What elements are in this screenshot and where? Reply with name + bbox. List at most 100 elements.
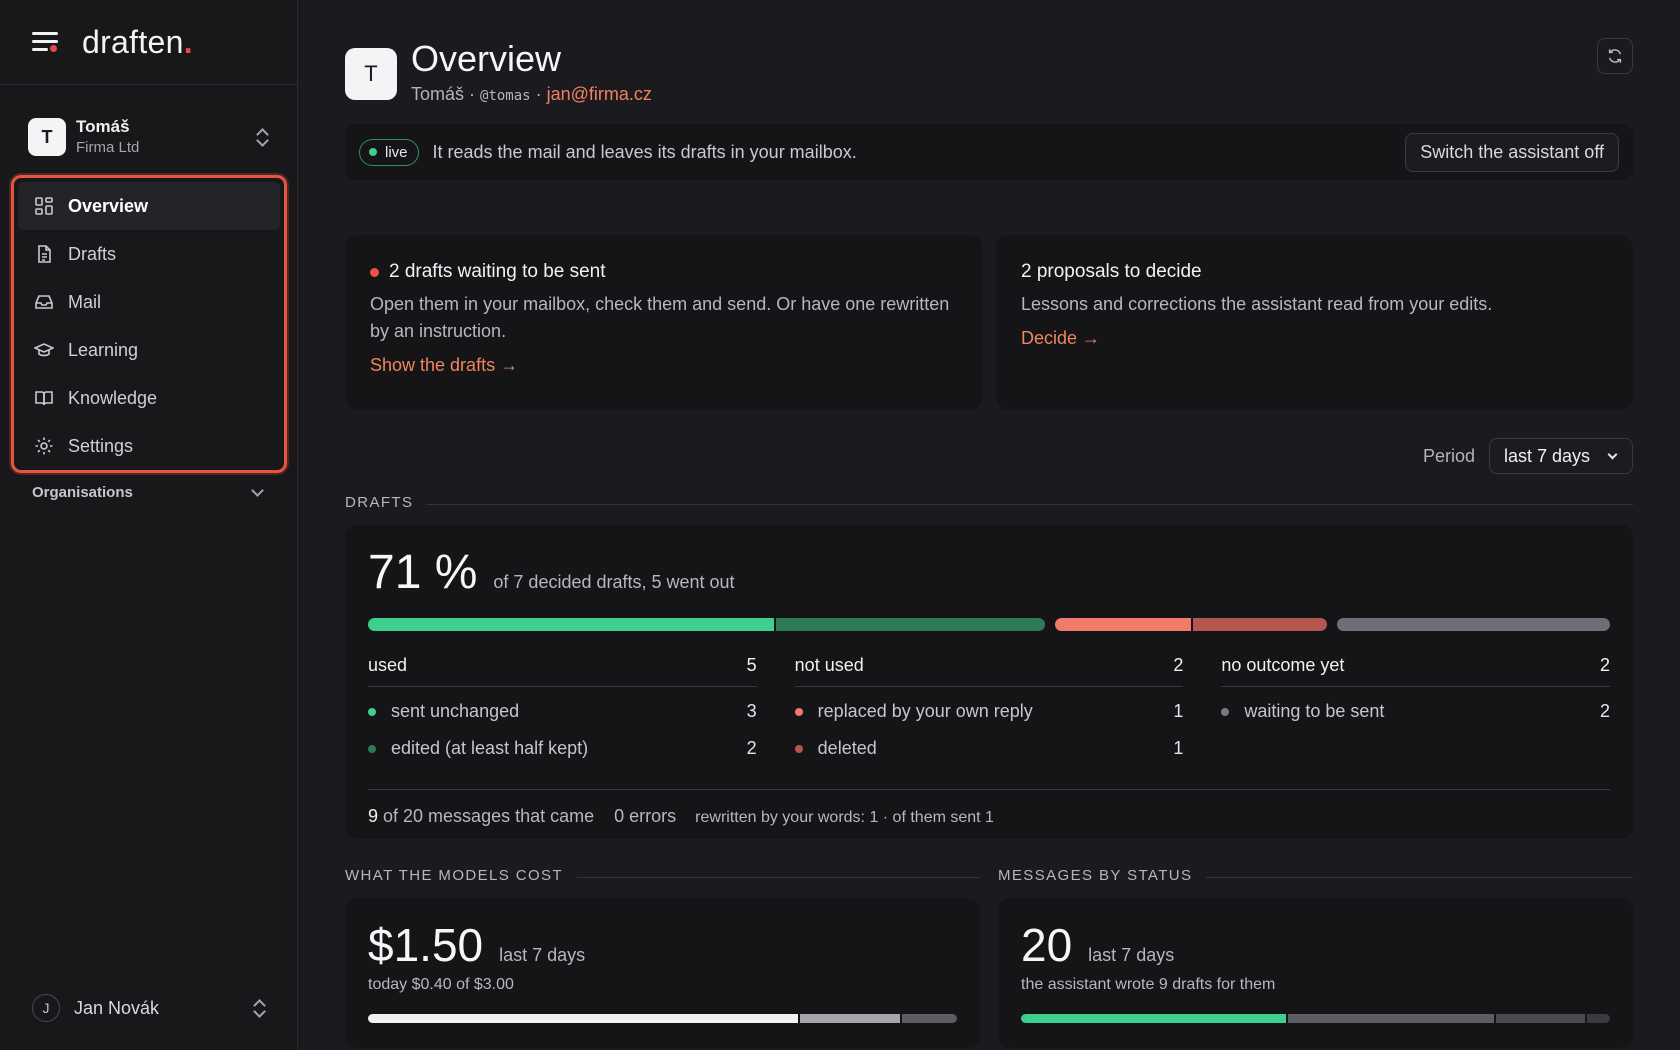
cost-section-heading: WHAT THE MODELS COST — [345, 867, 980, 884]
errors-count: 0 errors — [614, 806, 677, 826]
used-column: used 5 sent unchanged 3 edited (at least h… — [368, 655, 757, 759]
nav-item-knowledge[interactable]: Knowledge — [18, 374, 280, 422]
rewritten-stats: rewritten by your words: 1 · of them sen… — [695, 809, 994, 826]
organisations-toggle[interactable]: Organisations — [32, 484, 266, 501]
profile-name: Tomáš — [411, 84, 465, 104]
chevron-down-icon — [251, 484, 264, 497]
main-content: T Overview Tomáš · @tomas · jan@firma.cz… — [345, 0, 1633, 1048]
outcome-breakdown: used 5 sent unchanged 3 edited (at least h… — [368, 655, 1611, 759]
cost-today: today $0.40 of $3.00 — [368, 976, 514, 993]
page-header: T Overview Tomáš · @tomas · jan@firma.cz — [345, 0, 1633, 116]
cost-value: $1.50 — [368, 919, 484, 971]
no-outcome-bar — [1337, 618, 1610, 631]
brand-logo[interactable]: draften. — [82, 24, 193, 61]
chevron-up-down-icon — [252, 998, 266, 1018]
sidebar: draften. T Tomáš Firma Ltd Overview Draf… — [0, 0, 298, 1050]
outcome-bars — [368, 618, 1610, 631]
deleted-segment — [1193, 618, 1327, 631]
other-segment — [1288, 1014, 1495, 1023]
proposals-card: 2 proposals to decide Lessons and correc… — [996, 235, 1633, 410]
waiting-segment — [1337, 618, 1610, 631]
account-org: Firma Ltd — [76, 139, 140, 157]
not-used-column: not used 2 replaced by your own reply 1 de… — [794, 655, 1184, 759]
account-avatar: T — [28, 118, 66, 156]
card-title: 2 drafts waiting to be sent — [370, 261, 957, 283]
assistant-status-bar: live It reads the mail and leaves its dr… — [345, 124, 1633, 180]
cost-remaining-segment — [902, 1014, 957, 1023]
nav-item-learning[interactable]: Learning — [18, 326, 280, 374]
status-bar — [1021, 1014, 1610, 1023]
brand-bar: draften. — [0, 0, 297, 85]
main-nav: Overview Drafts Mail Learning Knowledge … — [11, 175, 287, 473]
nav-item-settings[interactable]: Settings — [18, 422, 280, 470]
edited-segment — [776, 618, 1045, 631]
inbox-icon — [35, 295, 53, 309]
list-item: sent unchanged 3 — [368, 701, 757, 722]
profile-avatar: T — [345, 48, 397, 100]
column-total: 5 — [746, 655, 757, 675]
drafts-waiting-card: 2 drafts waiting to be sent Open them in… — [345, 235, 982, 410]
decide-link[interactable]: Decide → — [1021, 328, 1608, 349]
cost-today-segment — [799, 1014, 901, 1023]
gear-icon — [35, 437, 53, 455]
status-section-heading: MESSAGES BY STATUS — [998, 867, 1633, 884]
messages-sub: the assistant wrote 9 drafts for them — [1021, 976, 1276, 993]
messages-period: last 7 days — [1088, 945, 1175, 965]
user-name: Jan Novák — [74, 997, 160, 1018]
cost-used-segment — [368, 1014, 798, 1023]
nav-item-mail[interactable]: Mail — [18, 278, 280, 326]
status-section: MESSAGES BY STATUS 20 last 7 days the as… — [998, 867, 1633, 1048]
refresh-button[interactable] — [1597, 38, 1633, 74]
menu-icon[interactable] — [32, 31, 60, 53]
user-menu[interactable]: J Jan Novák — [32, 994, 266, 1022]
switch-assistant-off-button[interactable]: Switch the assistant off — [1405, 132, 1619, 172]
card-description: Lessons and corrections the assistant re… — [1021, 294, 1493, 314]
status-card: 20 last 7 days the assistant wrote 9 dra… — [998, 898, 1633, 1048]
graduation-cap-icon — [34, 343, 54, 357]
column-title: no outcome yet — [1221, 655, 1345, 675]
nav-label: Overview — [68, 195, 149, 216]
column-title: not used — [794, 655, 864, 675]
profile-email-link[interactable]: jan@firma.cz — [547, 84, 652, 104]
card-title: 2 proposals to decide — [1021, 261, 1202, 282]
nav-label: Knowledge — [68, 387, 158, 408]
nav-label: Learning — [68, 339, 139, 360]
account-switcher[interactable]: T Tomáš Firma Ltd — [0, 85, 297, 189]
alert-dot — [370, 267, 379, 277]
list-item: edited (at least half kept) 2 — [368, 738, 757, 759]
bottom-stats: WHAT THE MODELS COST $1.50 last 7 days t… — [345, 867, 1633, 1048]
organisations-label: Organisations — [32, 484, 133, 501]
page-title: Overview — [411, 38, 562, 79]
nav-item-overview[interactable]: Overview — [18, 182, 280, 230]
nav-label: Settings — [68, 435, 134, 456]
period-select[interactable]: last 7 days — [1489, 438, 1633, 474]
used-bar — [368, 618, 1045, 631]
profile-subtitle: Tomáš · @tomas · jan@firma.cz — [411, 84, 652, 104]
cost-bar — [368, 1014, 957, 1023]
used-percentage: 71 % — [368, 546, 478, 599]
not-used-bar — [1055, 618, 1327, 631]
nav-label: Drafts — [68, 243, 117, 264]
show-drafts-link[interactable]: Show the drafts → — [370, 355, 957, 376]
card-description: Open them in your mailbox, check them an… — [370, 294, 950, 341]
status-message: It reads the mail and leaves its drafts … — [432, 141, 857, 162]
nav-label: Mail — [68, 291, 102, 312]
period-label: Period — [1422, 445, 1475, 466]
nav-item-drafts[interactable]: Drafts — [18, 230, 280, 278]
grid-icon — [35, 197, 53, 215]
refresh-icon — [1608, 49, 1622, 63]
chevron-down-icon — [1607, 449, 1618, 459]
cost-period: last 7 days — [499, 945, 586, 965]
drafts-footer: 9 of 20 messages that came 0 errors rewr… — [368, 789, 1610, 827]
list-item: waiting to be sent 2 — [1221, 701, 1610, 722]
rest-segment — [1586, 1014, 1610, 1023]
period-filter: Period last 7 days — [345, 438, 1633, 474]
column-total: 2 — [1173, 655, 1184, 675]
ignored-segment — [1496, 1014, 1585, 1023]
cost-card: $1.50 last 7 days today $0.40 of $3.00 — [345, 898, 980, 1048]
document-icon — [38, 245, 51, 263]
replaced-segment — [1055, 618, 1191, 631]
user-avatar: J — [32, 994, 60, 1022]
chevron-up-down-icon — [255, 127, 269, 147]
used-summary: of 7 decided drafts, 5 went out — [493, 572, 735, 592]
